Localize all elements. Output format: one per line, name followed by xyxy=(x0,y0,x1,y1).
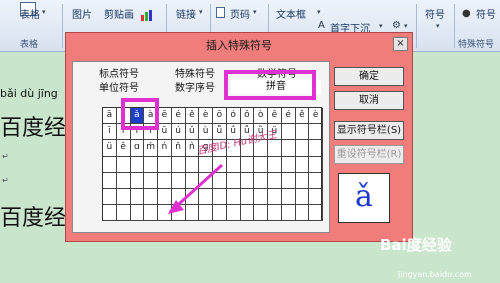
site-url: jingyan.baidu.com xyxy=(398,270,472,279)
site-watermark: Bai度经验 xyxy=(380,236,452,254)
